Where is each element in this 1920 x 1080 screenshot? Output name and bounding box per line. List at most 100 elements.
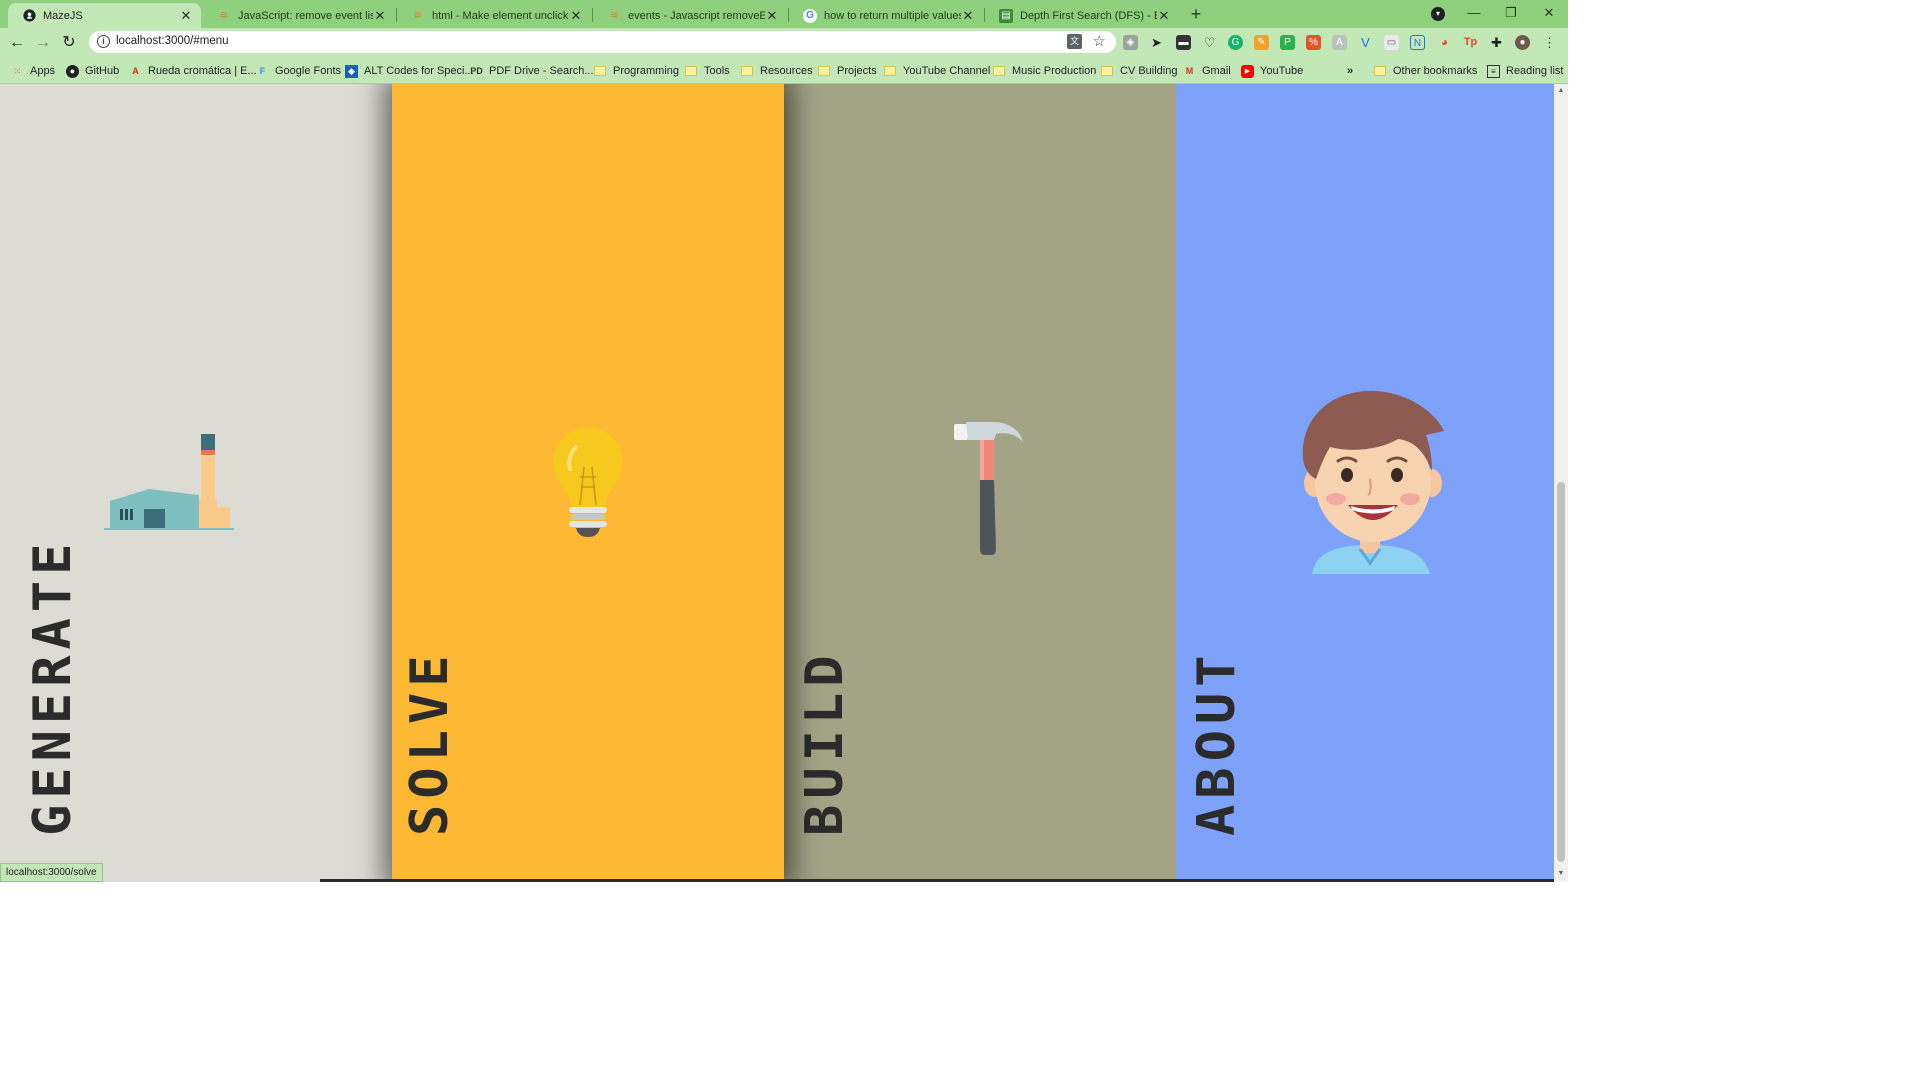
scroll-down-arrow-icon[interactable]: ▼ [1557, 870, 1565, 878]
extension-shield-icon[interactable]: ◈ [1123, 35, 1138, 50]
page-bottom-border [320, 879, 1554, 882]
back-button[interactable]: ← [7, 33, 27, 53]
extension-grey-icon[interactable]: A [1332, 35, 1347, 50]
extension-percent-icon[interactable]: % [1306, 35, 1321, 50]
bookmark-other-bookmarks[interactable]: Other bookmarks [1374, 63, 1477, 79]
url-text[interactable]: localhost:3000/#menu [116, 35, 229, 47]
site-info-icon[interactable]: i [97, 35, 110, 48]
tab-title: JavaScript: remove event listener [238, 9, 373, 22]
bookmark-youtube[interactable]: ▶ YouTube [1241, 63, 1303, 79]
bookmark-pdf-drive[interactable]: PD PDF Drive - Search... [470, 63, 593, 79]
folder-icon [1374, 66, 1386, 76]
address-bar[interactable]: i localhost:3000/#menu 文 ☆ [89, 31, 1116, 53]
alt-codes-icon: ◆ [345, 64, 358, 78]
bookmark-apps[interactable]: ⁙ Apps [11, 63, 55, 79]
reading-list-icon: ≡ [1487, 64, 1500, 78]
maze-menu: GENERATE SOLVE BUILD ABOUT ▲ ▼ [0, 84, 1568, 882]
browser-menu-icon[interactable]: ⋮ [1542, 35, 1557, 50]
bookmark-resources[interactable]: Resources [741, 63, 813, 79]
adobe-icon: A [132, 66, 139, 76]
person-avatar-icon [1302, 390, 1444, 574]
document-favicon-icon: ▤ [999, 8, 1013, 23]
tab-title: how to return multiple values in [824, 9, 961, 22]
folder-icon [884, 66, 896, 76]
page-scrollbar[interactable]: ▲ ▼ [1554, 84, 1568, 882]
bookmark-star-icon[interactable]: ☆ [1093, 32, 1106, 50]
tab-depth-first-search[interactable]: ▤ Depth First Search (DFS) - Backtr ✕ [985, 3, 1179, 28]
lightbulb-icon [553, 428, 623, 537]
extension-tp-icon[interactable]: Tp [1463, 35, 1478, 50]
profile-avatar[interactable]: ● [1515, 35, 1530, 50]
stackoverflow-favicon-icon: ≋ [219, 10, 229, 21]
menu-panel-about[interactable]: ABOUT [1176, 84, 1554, 882]
bookmark-tools[interactable]: Tools [685, 63, 730, 79]
tab-close-icon[interactable]: ✕ [961, 8, 975, 24]
menu-panel-generate[interactable]: GENERATE [0, 84, 392, 882]
bookmark-google-fonts[interactable]: F Google Fonts [256, 63, 341, 79]
extension-v-icon[interactable]: V [1358, 35, 1373, 50]
new-tab-button[interactable]: + [1186, 4, 1206, 24]
factory-icon [104, 434, 234, 530]
bookmarks-overflow-chevron-icon[interactable]: » [1347, 63, 1353, 79]
tab-close-icon[interactable]: ✕ [765, 8, 779, 24]
menu-panel-solve[interactable]: SOLVE [392, 84, 784, 882]
github-icon: ● [66, 64, 79, 78]
extension-green-icon[interactable]: P [1280, 35, 1295, 50]
pocket-icon[interactable]: ♡ [1202, 35, 1217, 50]
bookmarks-bar: ⁙ Apps ● GitHub A Rueda cromática | E... FG… [0, 58, 1568, 84]
generate-label: GENERATE [23, 537, 83, 836]
tab-close-icon[interactable]: ✕ [179, 8, 193, 24]
tab-return-multiple-values[interactable]: G how to return multiple values in ✕ [789, 3, 983, 28]
stackoverflow-favicon-icon: ≋ [609, 10, 619, 21]
tab-close-icon[interactable]: ✕ [1157, 8, 1171, 24]
bookmark-alt-codes[interactable]: ◆ ALT Codes for Speci... [345, 63, 474, 79]
about-label: ABOUT [1187, 649, 1247, 836]
scroll-up-arrow-icon[interactable]: ▲ [1557, 87, 1565, 95]
extension-scan-icon[interactable]: N [1410, 35, 1425, 50]
tab-remove-event-listener[interactable]: ≋ JavaScript: remove event listener ✕ [203, 3, 395, 28]
tab-title: Depth First Search (DFS) - Backtr [1020, 9, 1157, 22]
gmail-icon: M [1185, 66, 1194, 76]
google-fonts-icon: F [259, 66, 266, 76]
tab-close-icon[interactable]: ✕ [373, 8, 387, 24]
extension-colorful-icon[interactable]: ✎ [1254, 35, 1269, 50]
status-bar-url: localhost:3000/solve [0, 863, 103, 882]
folder-icon [818, 66, 830, 76]
bookmark-cv-building[interactable]: CV Building [1101, 63, 1177, 79]
tab-strip: MazeJS ✕ ≋ JavaScript: remove event list… [0, 0, 1568, 28]
restore-button[interactable]: ❐ [1492, 0, 1530, 28]
stackoverflow-favicon-icon: ≋ [413, 10, 423, 21]
extension-palette-icon[interactable]: ◕ [1437, 35, 1452, 50]
menu-panel-build[interactable]: BUILD [784, 84, 1176, 882]
extensions-puzzle-icon[interactable]: ✚ [1489, 35, 1504, 50]
bookmark-rueda-cromatica[interactable]: A Rueda cromática | E... [129, 63, 256, 79]
extension-window-icon[interactable]: ▬ [1176, 35, 1191, 50]
extension-cursor-icon[interactable]: ➤ [1149, 35, 1164, 50]
tab-mazejs[interactable]: MazeJS ✕ [8, 3, 201, 28]
folder-icon [685, 66, 697, 76]
grammarly-icon[interactable]: G [1228, 35, 1243, 50]
folder-icon [741, 66, 753, 76]
bookmark-youtube-channel[interactable]: YouTube Channel [884, 63, 990, 79]
tab-remove-event-l[interactable]: ≋ events - Javascript removeEventL ✕ [593, 3, 787, 28]
tab-title: events - Javascript removeEventL [628, 9, 765, 22]
scrollbar-thumb[interactable] [1557, 482, 1565, 862]
close-window-button[interactable]: ✕ [1530, 0, 1568, 28]
tab-close-icon[interactable]: ✕ [569, 8, 583, 24]
reload-button[interactable]: ↻ [59, 33, 79, 53]
translate-icon[interactable]: 文 [1067, 34, 1082, 49]
minimize-button[interactable]: — [1455, 0, 1493, 28]
tab-make-element-unclickable[interactable]: ≋ html - Make element unclickable ✕ [397, 3, 591, 28]
extension-page-icon[interactable]: ▭ [1384, 35, 1399, 50]
bookmark-projects[interactable]: Projects [818, 63, 877, 79]
bookmark-github[interactable]: ● GitHub [66, 63, 119, 79]
reading-list[interactable]: ≡ Reading list [1487, 63, 1563, 79]
bookmark-gmail[interactable]: M Gmail [1183, 63, 1231, 79]
pdf-drive-icon: PD [470, 66, 483, 76]
bookmark-music-production[interactable]: Music Production [993, 63, 1096, 79]
forward-button[interactable]: → [33, 33, 53, 53]
tab-search-icon[interactable]: ▾ [1431, 7, 1445, 21]
tab-title: html - Make element unclickable [432, 9, 569, 22]
apps-grid-icon: ⁙ [13, 65, 22, 76]
bookmark-programming[interactable]: Programming [594, 63, 679, 79]
